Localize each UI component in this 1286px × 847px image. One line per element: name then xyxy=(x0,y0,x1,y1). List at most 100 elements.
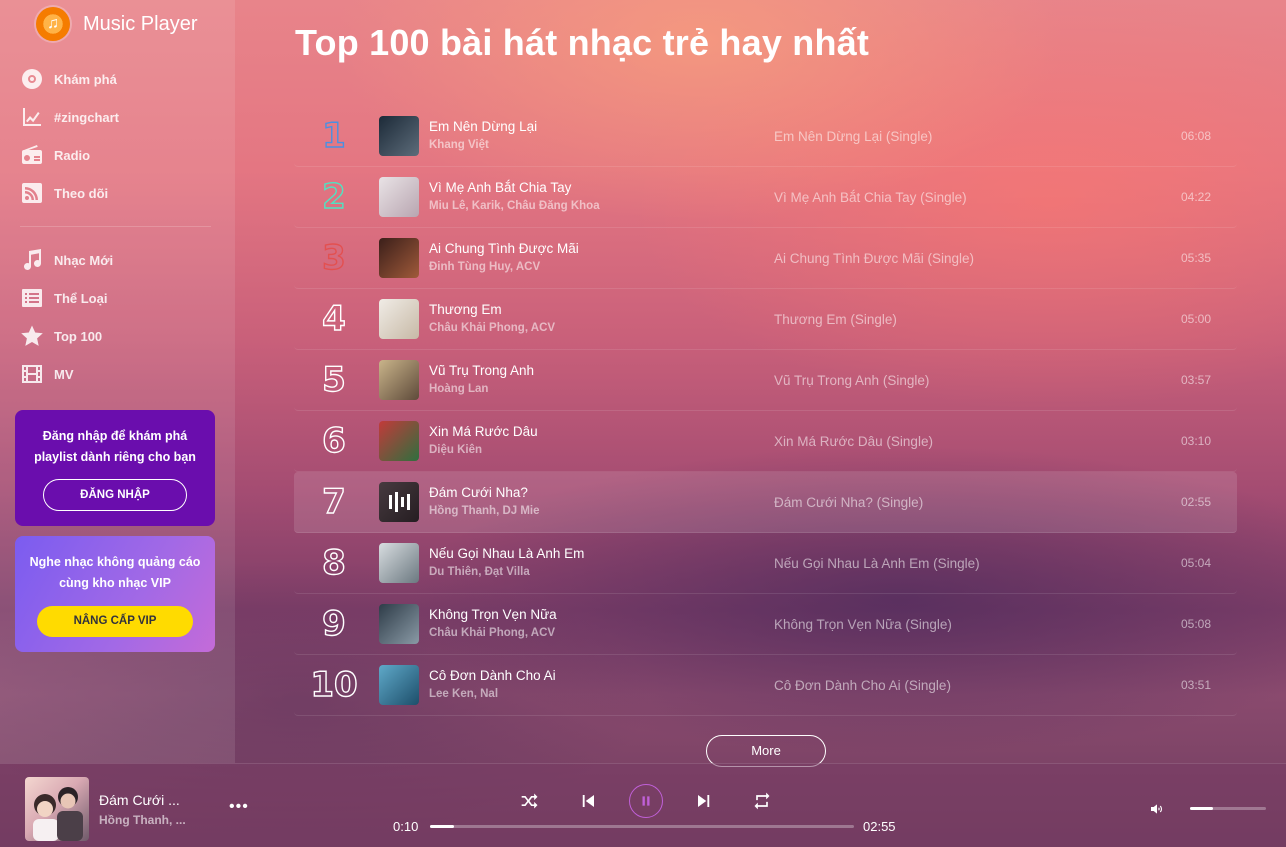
song-cover[interactable] xyxy=(379,238,419,278)
sidebar-item-mv[interactable]: MV xyxy=(0,355,235,393)
sidebar-divider xyxy=(20,226,211,227)
song-cover[interactable] xyxy=(379,665,419,705)
song-rank: 2 xyxy=(321,176,346,217)
song-rank: 6 xyxy=(321,420,346,461)
song-title[interactable]: Em Nên Dừng Lại xyxy=(429,118,774,136)
song-title[interactable]: Vì Mẹ Anh Bắt Chia Tay xyxy=(429,179,774,197)
song-cover[interactable] xyxy=(379,543,419,583)
total-time: 02:55 xyxy=(863,819,896,834)
shuffle-button[interactable] xyxy=(513,784,547,818)
playing-bars-icon xyxy=(379,482,419,522)
sidebar-item-label: Theo dõi xyxy=(54,185,109,201)
skip-previous-icon xyxy=(582,795,594,807)
song-row[interactable]: 6 Xin Má Rước Dâu Diệu Kiên Xin Má Rước Dâu… xyxy=(294,411,1237,472)
sidebar-item-the-loai[interactable]: Thể Loại xyxy=(0,279,235,317)
volume-slider[interactable] xyxy=(1190,807,1266,810)
sidebar-item-top-100[interactable]: Top 100 xyxy=(0,317,235,355)
current-time: 0:10 xyxy=(393,819,419,834)
song-artist[interactable]: Diệu Kiên xyxy=(429,441,774,459)
song-row[interactable]: 7 Đám Cưới Nha? Hồng Thanh, DJ Mie Đám Cưới… xyxy=(294,472,1237,533)
song-artist[interactable]: Châu Khải Phong, ACV xyxy=(429,319,774,337)
music-logo-icon: ♫ xyxy=(36,7,70,41)
song-artist[interactable]: Khang Việt xyxy=(429,136,774,154)
song-album[interactable]: Không Trọn Vẹn Nữa (Single) xyxy=(774,617,1174,632)
song-row[interactable]: 9 Không Trọn Vẹn Nữa Châu Khải Phong, ACV K… xyxy=(294,594,1237,655)
music-note-icon xyxy=(24,249,41,270)
song-rank: 1 xyxy=(321,115,346,156)
upgrade-vip-button[interactable]: NÂNG CẤP VIP xyxy=(37,606,193,637)
song-album[interactable]: Cô Đơn Dành Cho Ai (Single) xyxy=(774,678,1174,693)
song-album[interactable]: Đám Cưới Nha? (Single) xyxy=(774,495,1174,510)
now-playing-artist[interactable]: Hồng Thanh, ... xyxy=(99,813,186,827)
song-row[interactable]: 4 Thương Em Châu Khải Phong, ACV Thương Em … xyxy=(294,289,1237,350)
song-title[interactable]: Đám Cưới Nha? xyxy=(429,484,774,502)
song-title[interactable]: Thương Em xyxy=(429,301,774,319)
song-title[interactable]: Nếu Gọi Nhau Là Anh Em xyxy=(429,545,774,563)
song-info: Đám Cưới Nha? Hồng Thanh, DJ Mie xyxy=(429,484,774,520)
song-title[interactable]: Ai Chung Tình Được Mãi xyxy=(429,240,774,258)
song-row[interactable]: 3 Ai Chung Tình Được Mãi Đinh Tùng Huy, AC… xyxy=(294,228,1237,289)
previous-button[interactable] xyxy=(571,784,605,818)
song-artist[interactable]: Hồng Thanh, DJ Mie xyxy=(429,502,774,520)
song-album[interactable]: Ai Chung Tình Được Mãi (Single) xyxy=(774,251,1174,266)
more-dots-icon[interactable]: ••• xyxy=(229,798,249,816)
song-row[interactable]: 1 Em Nên Dừng Lại Khang Việt Em Nên Dừng Lạ… xyxy=(294,106,1237,167)
disc-icon xyxy=(22,69,42,89)
next-button[interactable] xyxy=(687,784,721,818)
song-album[interactable]: Vì Mẹ Anh Bắt Chia Tay (Single) xyxy=(774,190,1174,205)
song-album[interactable]: Xin Má Rước Dâu (Single) xyxy=(774,434,1174,449)
song-row[interactable]: 10 Cô Đơn Dành Cho Ai Lee Ken, Nal Cô Đơn D… xyxy=(294,655,1237,716)
volume-button[interactable] xyxy=(1148,801,1166,822)
song-rank: 3 xyxy=(321,237,346,278)
song-title[interactable]: Xin Má Rước Dâu xyxy=(429,423,774,441)
vip-promo-text: Nghe nhạc không quảng cáo cùng kho nhạc … xyxy=(29,555,201,590)
song-row[interactable]: 5 Vũ Trụ Trong Anh Hoàng Lan Vũ Trụ Trong A… xyxy=(294,350,1237,411)
song-album[interactable]: Thương Em (Single) xyxy=(774,312,1174,327)
song-list: 1 Em Nên Dừng Lại Khang Việt Em Nên Dừng Lạ… xyxy=(294,106,1237,716)
song-cover[interactable] xyxy=(379,421,419,461)
song-artist[interactable]: Đinh Tùng Huy, ACV xyxy=(429,258,774,276)
song-title[interactable]: Cô Đơn Dành Cho Ai xyxy=(429,667,774,685)
song-album[interactable]: Vũ Trụ Trong Anh (Single) xyxy=(774,373,1174,388)
sidebar-item-nhac-moi[interactable]: Nhạc Mới xyxy=(0,241,235,279)
repeat-icon xyxy=(754,792,770,810)
song-rank: 4 xyxy=(321,298,346,339)
song-artist[interactable]: Miu Lê, Karik, Châu Đăng Khoa xyxy=(429,197,774,215)
now-playing-title[interactable]: Đám Cưới ... xyxy=(99,792,180,808)
sidebar-item-zingchart[interactable]: #zingchart xyxy=(0,98,235,136)
progress-bar[interactable] xyxy=(430,825,854,828)
pause-button[interactable] xyxy=(629,784,663,818)
song-row[interactable]: 8 Nếu Gọi Nhau Là Anh Em Du Thiên, Đạt Vil… xyxy=(294,533,1237,594)
repeat-button[interactable] xyxy=(745,784,779,818)
now-playing-cover[interactable] xyxy=(25,777,89,841)
song-artist[interactable]: Lee Ken, Nal xyxy=(429,685,774,703)
song-cover[interactable] xyxy=(379,299,419,339)
sidebar-item-kham-pha[interactable]: Khám phá xyxy=(0,60,235,98)
song-info: Nếu Gọi Nhau Là Anh Em Du Thiên, Đạt Vill… xyxy=(429,545,774,581)
song-cover[interactable] xyxy=(379,177,419,217)
login-button[interactable]: ĐĂNG NHẬP xyxy=(43,479,187,511)
vip-promo: Nghe nhạc không quảng cáo cùng kho nhạc … xyxy=(15,536,215,652)
sidebar-item-label: Thể Loại xyxy=(54,290,108,306)
rss-icon xyxy=(22,183,42,203)
song-artist[interactable]: Hoàng Lan xyxy=(429,380,774,398)
song-artist[interactable]: Châu Khải Phong, ACV xyxy=(429,624,774,642)
sidebar-item-radio[interactable]: Radio xyxy=(0,136,235,174)
sidebar-item-theo-doi[interactable]: Theo dõi xyxy=(0,174,235,212)
song-title[interactable]: Không Trọn Vẹn Nữa xyxy=(429,606,774,624)
sidebar-item-label: Radio xyxy=(54,147,91,163)
song-cover[interactable] xyxy=(379,482,419,522)
song-cover[interactable] xyxy=(379,604,419,644)
song-artist[interactable]: Du Thiên, Đạt Villa xyxy=(429,563,774,581)
song-album[interactable]: Em Nên Dừng Lại (Single) xyxy=(774,129,1174,144)
song-cover[interactable] xyxy=(379,360,419,400)
song-row[interactable]: 2 Vì Mẹ Anh Bắt Chia Tay Miu Lê, Karik, Ch… xyxy=(294,167,1237,228)
volume-icon xyxy=(1151,804,1163,814)
sidebar: ♫ Music Player Khám phá #zingchart Radio… xyxy=(0,0,235,763)
song-info: Em Nên Dừng Lại Khang Việt xyxy=(429,118,774,154)
main-content: Top 100 bài hát nhạc trẻ hay nhất 1 Em Nê… xyxy=(235,0,1286,767)
song-album[interactable]: Nếu Gọi Nhau Là Anh Em (Single) xyxy=(774,556,1174,571)
song-cover[interactable] xyxy=(379,116,419,156)
song-title[interactable]: Vũ Trụ Trong Anh xyxy=(429,362,774,380)
brand[interactable]: ♫ Music Player xyxy=(0,0,235,48)
